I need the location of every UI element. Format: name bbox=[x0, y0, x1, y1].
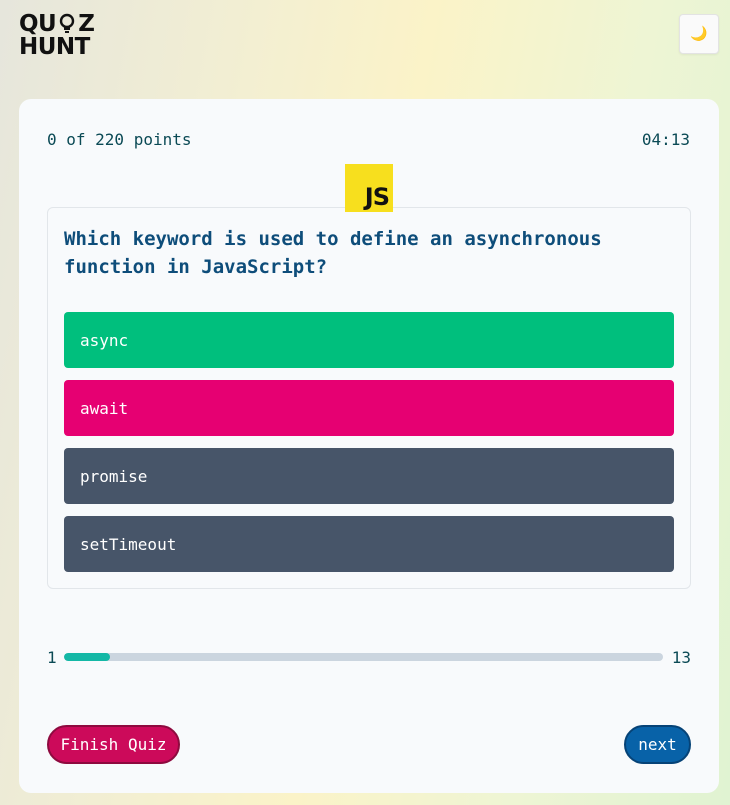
question-progress: 1 13 bbox=[47, 647, 691, 667]
theme-toggle-button[interactable]: 🌙 bbox=[679, 14, 719, 54]
answer-option-promise[interactable]: promise bbox=[64, 448, 674, 504]
answer-label: async bbox=[80, 330, 129, 350]
countdown-timer: 04:13 bbox=[641, 130, 690, 149]
logo-text-qu: QU bbox=[19, 10, 57, 37]
points-counter: 0 of 220 points bbox=[47, 130, 192, 149]
progress-current: 1 bbox=[47, 648, 57, 667]
finish-quiz-button[interactable]: Finish Quiz bbox=[47, 725, 180, 764]
question-box: Which keyword is used to define an async… bbox=[47, 207, 691, 589]
answer-label: setTimeout bbox=[80, 534, 177, 554]
lightbulb-icon bbox=[60, 13, 75, 33]
logo-text-z: Z bbox=[78, 10, 95, 37]
answer-label: await bbox=[80, 398, 129, 418]
logo-text-hunt: HUNT bbox=[19, 33, 90, 60]
next-button[interactable]: next bbox=[624, 725, 691, 764]
moon-icon: 🌙 bbox=[690, 26, 708, 42]
quiz-card: 0 of 220 points 04:13 JS Which keyword i… bbox=[19, 99, 719, 793]
progress-total: 13 bbox=[671, 648, 691, 667]
language-badge-text: JS bbox=[364, 183, 390, 211]
answer-option-async[interactable]: async bbox=[64, 312, 674, 368]
progress-track bbox=[64, 653, 663, 661]
progress-fill bbox=[64, 653, 111, 661]
quiz-hunt-logo[interactable]: QU Z HUNT bbox=[19, 12, 101, 60]
answer-option-settimeout[interactable]: setTimeout bbox=[64, 516, 674, 572]
javascript-logo-icon: JS bbox=[345, 164, 393, 212]
answer-option-await[interactable]: await bbox=[64, 380, 674, 436]
answer-label: promise bbox=[80, 466, 148, 486]
question-text: Which keyword is used to define an async… bbox=[64, 228, 602, 278]
